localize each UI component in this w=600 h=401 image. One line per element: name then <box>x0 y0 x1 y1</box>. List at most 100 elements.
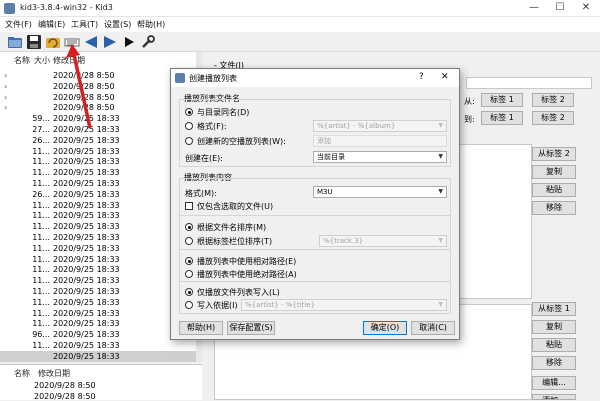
format-label[interactable]: 格式(F): <box>197 121 227 132</box>
create-empty-field[interactable]: 添加 <box>313 135 447 147</box>
menu-file[interactable]: 文件(F) <box>5 19 32 30</box>
write-info-radio[interactable] <box>185 301 193 309</box>
close-button[interactable]: ✕ <box>574 1 598 15</box>
menu-edit[interactable]: 编辑(E) <box>38 19 65 30</box>
format-radio[interactable] <box>185 122 193 130</box>
filename-field[interactable] <box>466 77 592 89</box>
create-empty-radio[interactable] <box>185 137 193 145</box>
from-tag1-copy-button[interactable]: 从标签 1 <box>532 302 576 316</box>
divider <box>179 281 451 282</box>
expand-arrow-icon: › <box>4 81 8 91</box>
from-tag2-copy-button[interactable]: 从标签 2 <box>532 147 576 161</box>
only-selected-label[interactable]: 仅包含选取的文件(U) <box>197 201 273 212</box>
absolute-path-label[interactable]: 播放列表中使用绝对路径(A) <box>197 269 297 280</box>
content-format-combo[interactable]: M3U ▼ <box>313 186 447 198</box>
revert-icon[interactable] <box>45 34 61 50</box>
expand-arrow-icon: › <box>4 92 8 102</box>
to-tag2-button[interactable]: 标签 2 <box>532 111 574 125</box>
file-date: 2020/9/25 18:33 <box>53 276 120 286</box>
file-size: 11... <box>32 200 50 210</box>
chevron-down-icon: ▼ <box>438 301 443 308</box>
column-size-header[interactable]: 大小 <box>34 55 50 66</box>
filename-format-combo[interactable]: %{artist} - %{album} ▼ <box>313 120 447 132</box>
sort-filename-label[interactable]: 根据文件名排序(M) <box>197 222 266 233</box>
file-row[interactable]: 11... 2020/9/25 18:33 <box>0 340 200 351</box>
column-name-header[interactable]: 名称 <box>14 55 30 66</box>
ok-button[interactable]: 确定(O) <box>363 321 407 335</box>
file-size: 26... <box>32 189 50 199</box>
open-folder-icon[interactable] <box>7 34 23 50</box>
file-size: 27... <box>32 125 50 134</box>
create-playlist-icon[interactable] <box>64 34 80 50</box>
column-modified-header[interactable]: 修改日期 <box>53 55 85 66</box>
menu-settings[interactable]: 设置(S) <box>104 19 131 30</box>
dir-column-name-header[interactable]: 名称 <box>14 368 30 379</box>
sort-tag-combo[interactable]: %{track.3} ▼ <box>319 235 447 247</box>
file-row[interactable]: 2020/9/25 18:33 <box>0 350 200 362</box>
create-in-combo[interactable]: 当前目录 ▼ <box>313 151 447 163</box>
to-tag1-button[interactable]: 标签 1 <box>481 111 523 125</box>
file-date: 2020/9/28 8:50 <box>53 81 115 91</box>
save-settings-button[interactable]: 保存配置(S) <box>227 321 275 335</box>
sort-filename-radio[interactable] <box>185 223 193 231</box>
to-label: 到: <box>464 115 475 124</box>
toolbar <box>0 32 600 52</box>
same-as-dir-label[interactable]: 与目录同名(D) <box>197 107 249 118</box>
sort-tag-value: %{track.3} <box>323 237 364 245</box>
sort-tag-label[interactable]: 根据标签栏位排序(T) <box>197 236 272 247</box>
settings-icon[interactable] <box>140 34 156 50</box>
expand-arrow-icon: › <box>4 103 8 113</box>
next-icon[interactable] <box>102 34 118 50</box>
relative-path-radio[interactable] <box>185 257 193 265</box>
write-info-combo[interactable]: %{artist} - %{title} ▼ <box>241 299 447 311</box>
tag2-remove-button[interactable]: 移除 <box>532 201 576 215</box>
help-button[interactable]: 帮助(H) <box>179 321 223 335</box>
tag1-remove-button[interactable]: 移除 <box>532 356 576 370</box>
same-as-dir-radio[interactable] <box>185 108 193 116</box>
file-size: 11... <box>32 211 50 221</box>
minimize-button[interactable]: — <box>522 1 546 15</box>
dir-row[interactable]: 2020/9/28 8:50 <box>34 381 96 390</box>
relative-path-label[interactable]: 播放列表中使用相对路径(E) <box>197 256 296 267</box>
only-selected-checkbox[interactable] <box>185 202 193 210</box>
dialog-help-icon[interactable]: ? <box>419 72 424 82</box>
tag1-paste-button[interactable]: 粘贴 <box>532 338 576 352</box>
file-size: 11... <box>32 308 50 318</box>
file-size: 11... <box>32 179 50 188</box>
tag1-edit-button[interactable]: 编辑... <box>532 376 576 390</box>
file-date: 2020/9/25 18:33 <box>53 146 120 156</box>
directory-list[interactable]: 名称 修改日期 2020/9/28 8:50 2020/9/28 8:50 <box>0 364 202 401</box>
play-icon[interactable] <box>121 34 137 50</box>
tag1-add-button[interactable]: 添加... <box>532 394 576 400</box>
menu-help[interactable]: 帮助(H) <box>137 19 165 30</box>
cancel-button[interactable]: 取消(C) <box>411 321 455 335</box>
save-icon[interactable] <box>26 34 42 50</box>
file-date: 2020/9/25 18:33 <box>53 200 120 210</box>
file-date: 2020/9/25 18:33 <box>53 319 120 329</box>
tag1-copy-button[interactable]: 复制 <box>532 320 576 334</box>
maximize-button[interactable]: ☐ <box>548 1 572 15</box>
dialog-close-icon[interactable]: ✕ <box>441 72 449 82</box>
from-label: 从: <box>464 97 475 106</box>
write-only-names-label[interactable]: 仅播放文件列表写入(L) <box>197 287 280 298</box>
dir-column-modified-header[interactable]: 修改日期 <box>38 368 70 379</box>
previous-icon[interactable] <box>83 34 99 50</box>
tag2-paste-button[interactable]: 粘贴 <box>532 183 576 197</box>
file-date: 2020/9/25 18:33 <box>53 135 120 145</box>
write-info-label[interactable]: 写入依据(I) <box>197 300 238 311</box>
sort-tag-radio[interactable] <box>185 237 193 245</box>
file-date: 2020/9/25 18:33 <box>53 168 120 178</box>
file-size: 11... <box>32 222 50 232</box>
create-in-label: 创建在(E): <box>185 154 223 163</box>
absolute-path-radio[interactable] <box>185 270 193 278</box>
menu-tools[interactable]: 工具(T) <box>71 19 98 30</box>
write-only-names-radio[interactable] <box>185 288 193 296</box>
file-date: 2020/9/25 18:33 <box>53 157 120 167</box>
create-in-value: 当前目录 <box>317 153 345 161</box>
file-size: 11... <box>32 157 50 167</box>
tag2-copy-button[interactable]: 复制 <box>532 165 576 179</box>
from-tag2-button[interactable]: 标签 2 <box>532 93 574 107</box>
from-tag1-button[interactable]: 标签 1 <box>481 93 523 107</box>
create-empty-label[interactable]: 创建新的空播放列表(W): <box>197 136 286 147</box>
file-size: 11... <box>32 319 50 329</box>
